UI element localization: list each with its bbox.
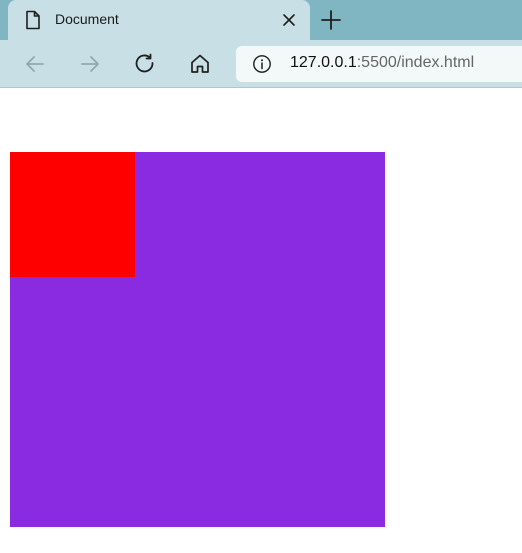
tab-strip: Document [0,0,522,40]
reload-icon[interactable] [133,52,157,76]
close-icon[interactable] [280,11,298,29]
document-icon [24,10,42,30]
info-icon[interactable] [252,54,272,74]
arrow-left-icon[interactable] [23,52,47,76]
url-text: 127.0.0.1:5500/index.html [290,54,474,72]
toolbar: 127.0.0.1:5500/index.html [0,40,522,88]
arrow-right-icon[interactable] [78,52,102,76]
purple-box [10,152,385,527]
url-path: :5500/index.html [356,54,475,71]
address-bar[interactable]: 127.0.0.1:5500/index.html [236,46,522,82]
tab-document[interactable]: Document [8,0,310,40]
red-box [10,152,135,277]
tab-title: Document [55,11,119,27]
browser-chrome: Document 127.0.0.1:5500/index.html [0,0,522,88]
page-viewport [0,88,522,553]
home-icon[interactable] [188,52,212,76]
plus-icon[interactable] [320,9,342,31]
url-host: 127.0.0.1 [290,54,357,71]
